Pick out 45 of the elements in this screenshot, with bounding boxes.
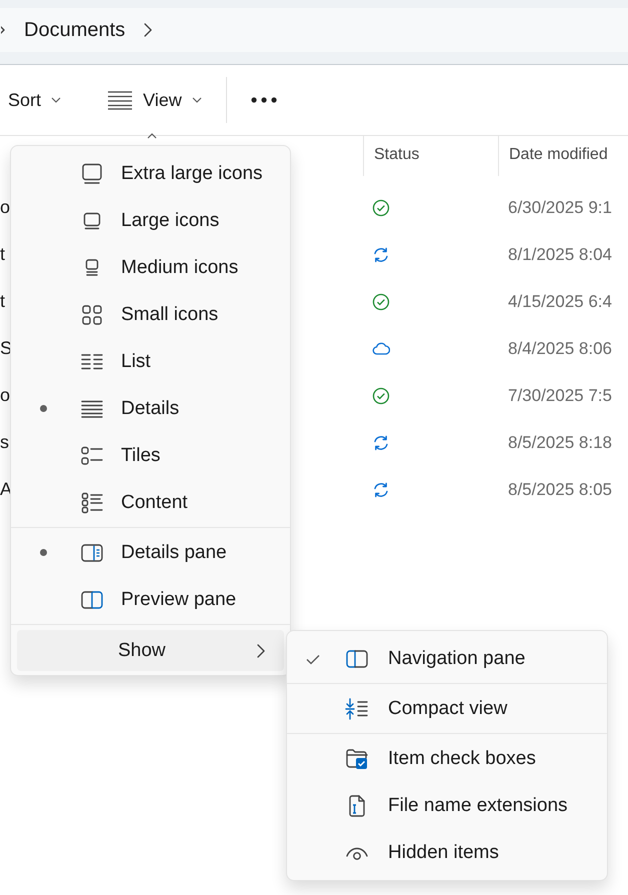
date-modified: 8/4/2025 8:06 [507,338,613,358]
show-option[interactable]: Item check boxes [287,735,607,782]
layout-option[interactable]: Tiles [17,432,284,479]
layout-option[interactable]: Medium icons [17,244,284,291]
date-modified: 6/30/2025 9:1 [507,198,613,218]
date-modified: 8/5/2025 8:18 [507,432,613,452]
compact-view-icon [345,696,369,720]
content-icon [80,490,104,514]
pane-option[interactable]: Preview pane [17,576,284,623]
chevron-icon [256,642,266,658]
show-option[interactable]: Hidden items [287,829,607,876]
folder-checkbox-icon [345,746,369,770]
layout-option[interactable]: Extra large icons [17,150,284,197]
layout-option[interactable]: Content [17,479,284,526]
small-icons-icon [80,302,104,326]
extra-large-icons-icon [80,162,104,186]
more-icon [250,97,277,103]
caret-icon [51,97,62,103]
pane-option[interactable]: Details pane [17,529,284,576]
file-name: t [0,244,6,264]
file-name: t [0,291,6,311]
show-menu-item[interactable]: Show [17,630,284,671]
breadcrumb-item[interactable]: Documents [24,18,126,42]
date-modified: 8/1/2025 8:04 [507,244,613,264]
layout-option[interactable]: Details [17,385,284,432]
file-name: s [0,432,9,452]
file-name: o [0,385,10,405]
layout-option[interactable]: Large icons [17,197,284,244]
sort-button[interactable]: Sort [0,80,70,120]
chevron-icon[interactable] [143,22,154,38]
date-modified: 8/5/2025 8:05 [507,480,613,500]
layout-option[interactable]: Small icons [17,291,284,338]
column-header[interactable]: Date modified [498,136,628,176]
show-option[interactable]: Compact view [287,685,607,732]
caret-icon [192,97,202,103]
file-name: o [0,197,10,217]
show-option[interactable]: Navigation pane [287,635,607,682]
show-option[interactable]: File name extensions [287,782,607,829]
view-button[interactable]: View [99,80,210,120]
sort-up-icon [147,133,157,139]
details-icon [107,90,134,110]
date-modified: 7/30/2025 7:5 [507,386,613,406]
date-modified: 4/15/2025 6:4 [507,292,613,312]
layout-option[interactable]: List [17,338,284,385]
column-header[interactable]: Status [363,136,498,176]
